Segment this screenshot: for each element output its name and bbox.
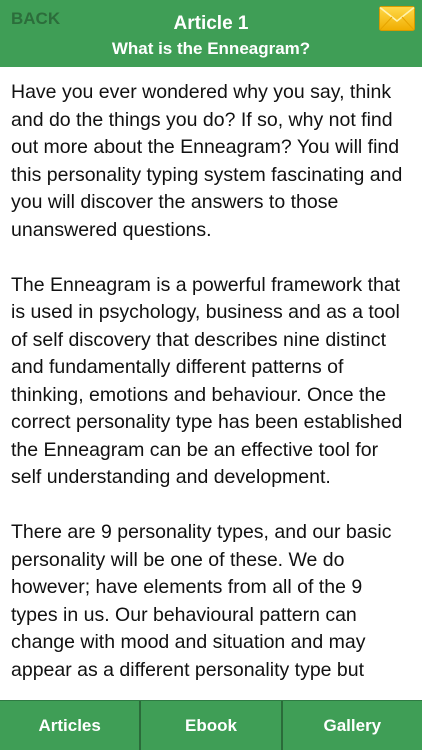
tab-ebook[interactable]: Ebook (139, 701, 280, 750)
envelope-icon[interactable] (379, 6, 415, 31)
title-block: Article 1 What is the Enneagram? (0, 13, 422, 60)
tab-articles[interactable]: Articles (0, 701, 139, 750)
page-title: Article 1 (173, 13, 249, 34)
article-body[interactable]: Have you ever wondered why you say, thin… (0, 67, 422, 700)
article-paragraph-1: Have you ever wondered why you say, thin… (11, 81, 403, 241)
page-subtitle: What is the Enneagram? (111, 39, 311, 58)
article-paragraph-2: The Enneagram is a powerful framework th… (11, 273, 403, 489)
bottom-tab-bar: Articles Ebook Gallery (0, 700, 422, 750)
tab-gallery[interactable]: Gallery (280, 701, 422, 750)
article-paragraph-3: There are 9 personality types, and our b… (11, 521, 392, 681)
top-bar: BACK Article 1 What is the Enneagram? (0, 0, 422, 67)
